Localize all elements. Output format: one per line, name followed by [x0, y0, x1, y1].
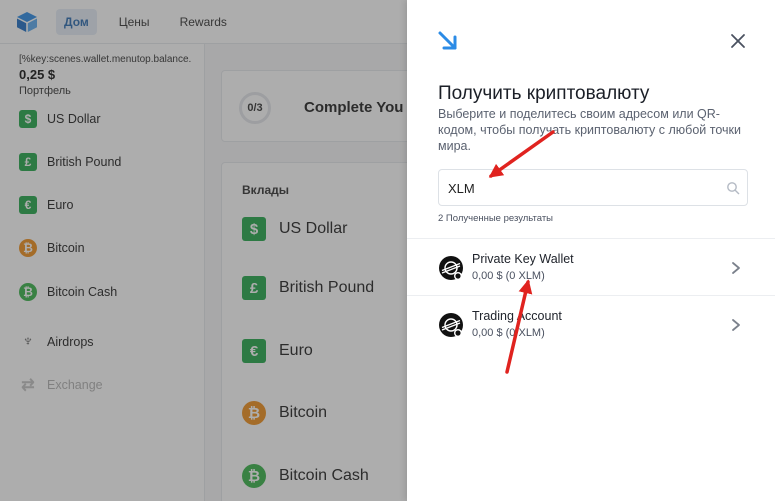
result-amount: 0,00 $ (0 XLM)	[472, 327, 545, 339]
receive-arrow-icon	[438, 31, 457, 50]
close-icon[interactable]	[729, 32, 747, 50]
stellar-icon	[439, 256, 463, 280]
result-amount: 0,00 $ (0 XLM)	[472, 270, 545, 282]
chevron-right-icon	[732, 262, 740, 274]
result-trading-account[interactable]: Trading Account 0,00 $ (0 XLM)	[407, 295, 775, 352]
chevron-right-icon	[732, 319, 740, 331]
modal-backdrop[interactable]	[0, 0, 407, 501]
stellar-icon	[439, 313, 463, 337]
results-count: 2 Полученные результаты	[438, 213, 553, 224]
search-field[interactable]	[438, 169, 748, 206]
result-name: Private Key Wallet	[472, 252, 574, 266]
search-icon[interactable]	[726, 181, 740, 195]
result-name: Trading Account	[472, 309, 562, 323]
drawer-description: Выберите и поделитесь своим адресом или …	[438, 107, 741, 153]
receive-crypto-drawer: Получить криптовалюту Выберите и поделит…	[407, 0, 775, 501]
drawer-title: Получить криптовалюту	[438, 83, 650, 104]
search-input[interactable]	[448, 178, 718, 198]
result-private-key-wallet[interactable]: Private Key Wallet 0,00 $ (0 XLM)	[407, 238, 775, 295]
